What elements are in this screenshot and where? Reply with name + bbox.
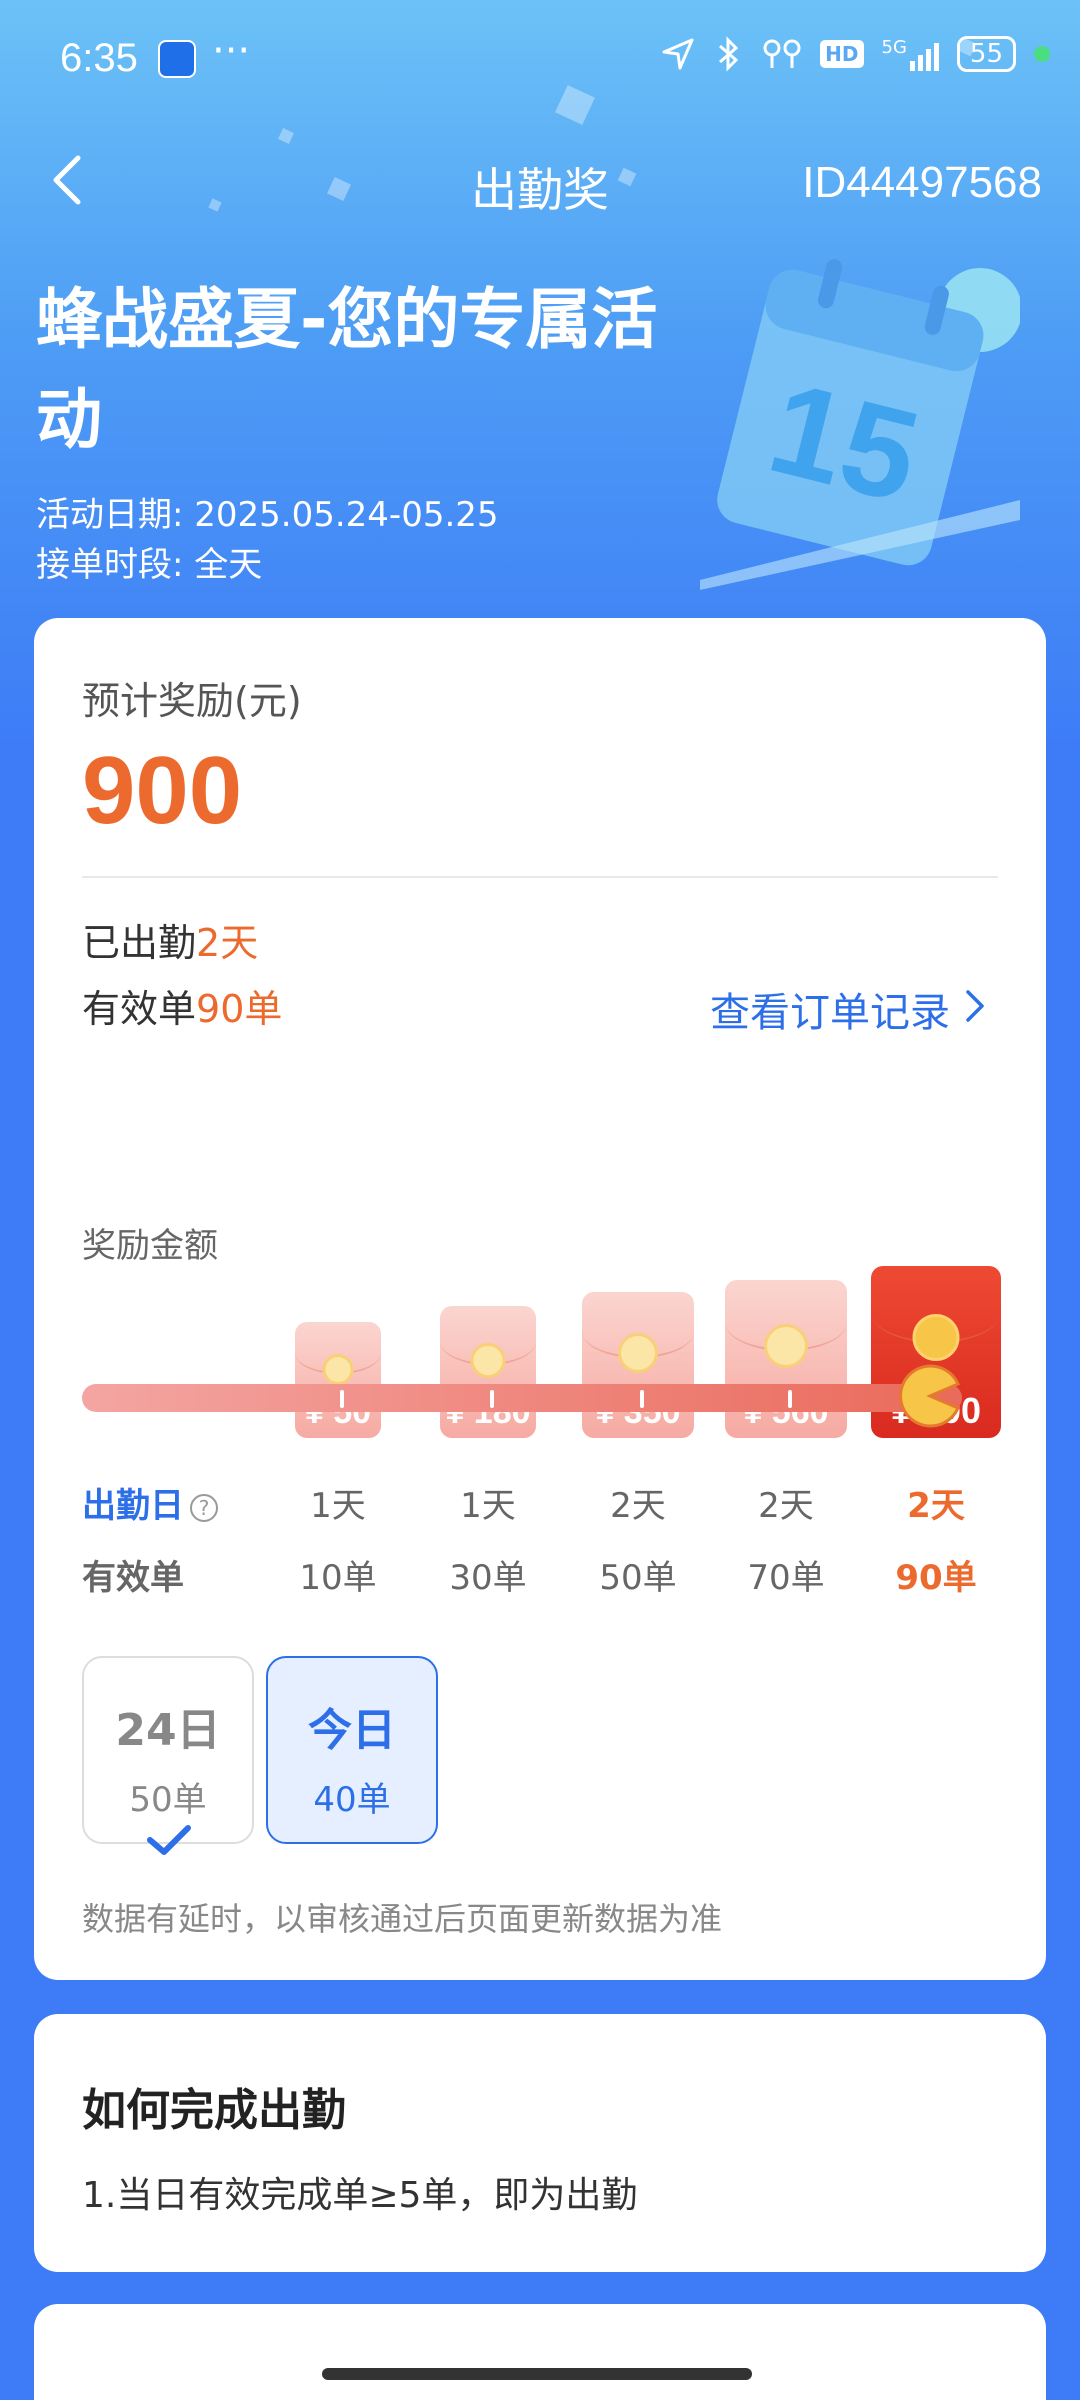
howto-title: 如何完成出勤 <box>82 2085 346 2136</box>
battery-indicator: 55 <box>956 36 1016 72</box>
bluetooth-icon <box>719 36 739 72</box>
reward-envelope: ¥ 350 <box>582 1292 694 1438</box>
day-tab-24[interactable]: 24日 50单 <box>82 1656 254 1844</box>
day-tab-orders: 50单 <box>129 1780 207 1820</box>
hd-icon: HD <box>820 40 864 68</box>
progress-tick <box>788 1390 792 1408</box>
app-notification-icon <box>158 40 196 78</box>
order-records-link[interactable]: 查看订单记录 <box>710 980 950 1038</box>
calendar-illustration: 15 <box>700 259 1020 590</box>
time-label: 接单时段: <box>36 545 195 585</box>
privacy-dot <box>1034 46 1050 62</box>
tier-days: 1天 <box>460 1486 516 1526</box>
divider <box>82 876 998 878</box>
howto-rule: 1.当日有效完成单≥5单，即为出勤 <box>82 2175 638 2216</box>
valid-orders-value: 90单 <box>196 987 283 1031</box>
earbuds-icon <box>763 39 801 68</box>
date-label: 活动日期: <box>36 495 195 535</box>
progress-tick <box>340 1390 344 1408</box>
days-row-label: 出勤日? <box>82 1478 218 1527</box>
day-tab-orders: 40单 <box>313 1780 391 1820</box>
tier-days: 1天 <box>310 1486 366 1526</box>
reward-card: 预计奖励(元) 900 已出勤2天 有效单90单 查看订单记录 奖励金额 ¥ 5… <box>34 618 1046 1980</box>
user-id: ID44497568 <box>802 158 1042 207</box>
expected-reward-amount: 900 <box>82 737 243 844</box>
time-value: 全天 <box>194 545 263 585</box>
day-tab-today[interactable]: 今日 40单 <box>266 1656 438 1844</box>
data-delay-note: 数据有延时，以审核通过后页面更新数据为准 <box>82 1900 723 1938</box>
tier-orders: 50单 <box>599 1558 677 1598</box>
reward-amount-label: 奖励金额 <box>82 1226 218 1266</box>
progress-tick <box>490 1390 494 1408</box>
progress-tick <box>640 1390 644 1408</box>
orders-row-label: 有效单 <box>82 1558 184 1598</box>
activity-title: 蜂战盛夏-您的专属活动 <box>36 281 658 458</box>
date-value: 2025.05.24-05.25 <box>194 495 499 535</box>
howto-card: 如何完成出勤 1.当日有效完成单≥5单，即为出勤 <box>34 2014 1046 2272</box>
nav-bar: 出勤奖 ID44497568 <box>0 140 1080 230</box>
more-notifications-icon: ··· <box>212 28 251 74</box>
tier-days: 2天 <box>907 1486 965 1526</box>
tier-orders: 90单 <box>895 1558 977 1598</box>
location-icon <box>662 38 694 70</box>
tier-orders: 30单 <box>449 1558 527 1598</box>
progress-marker-icon <box>899 1364 960 1428</box>
tier-orders: 10单 <box>299 1558 377 1598</box>
day-tab-day: 24日 <box>115 1705 221 1756</box>
help-icon[interactable]: ? <box>190 1493 218 1522</box>
tier-orders: 70单 <box>747 1558 825 1598</box>
signal-icon: 5G <box>882 37 939 71</box>
status-time: 6:35 <box>60 36 138 80</box>
progress-track <box>82 1384 962 1412</box>
tier-days: 2天 <box>758 1486 814 1526</box>
next-card <box>34 2304 1046 2400</box>
home-indicator[interactable] <box>322 2368 752 2380</box>
attended-days-value: 2天 <box>196 921 259 965</box>
reward-envelope: ¥ 560 <box>725 1280 847 1438</box>
status-bar: 6:35 ··· HD 5G 55 <box>0 0 1080 120</box>
valid-orders: 有效单90单 <box>82 987 283 1031</box>
activity-meta: 活动日期: 2025.05.24-05.25 接单时段: 全天 <box>36 490 499 590</box>
reward-envelope: ¥ 180 <box>440 1306 536 1438</box>
tier-days: 2天 <box>610 1486 666 1526</box>
network-type: 5G <box>881 37 907 58</box>
check-icon <box>147 1825 191 1855</box>
attended-days: 已出勤2天 <box>82 921 259 965</box>
expected-reward-label: 预计奖励(元) <box>82 679 302 723</box>
reward-envelope: ¥ 50 <box>295 1322 381 1438</box>
day-tab-day: 今日 <box>308 1705 396 1756</box>
chevron-right-icon[interactable] <box>962 988 988 1024</box>
